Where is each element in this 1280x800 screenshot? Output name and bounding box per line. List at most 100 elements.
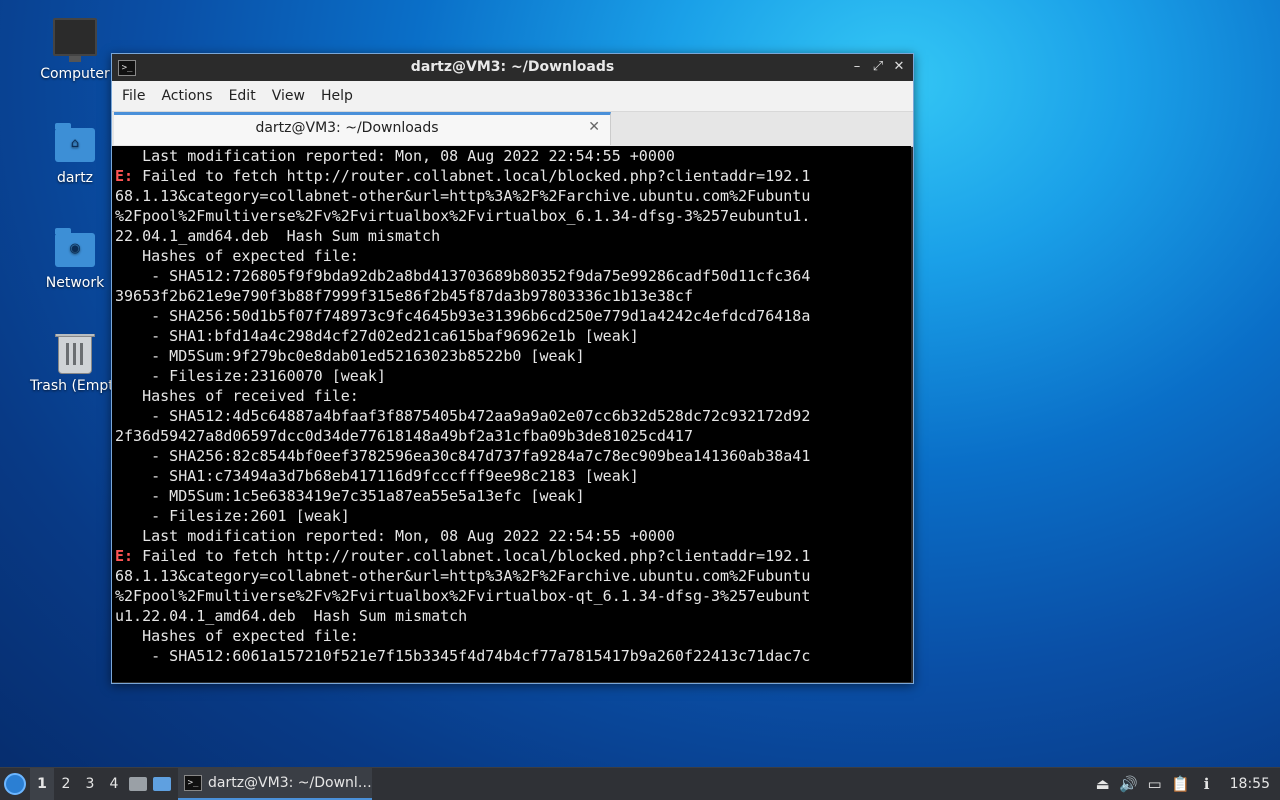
terminal-line: - SHA512:4d5c64887a4bfaaf3f8875405b472aa… bbox=[115, 406, 911, 426]
terminal-line-text: u1.22.04.1_amd64.deb Hash Sum mismatch bbox=[115, 607, 468, 625]
system-tray: ⏏ 🔊 ▭ 📋 ℹ 18:55 bbox=[1090, 768, 1280, 800]
volume-icon[interactable]: 🔊 bbox=[1116, 775, 1142, 793]
terminal-text: Last modification reported: Mon, 08 Aug … bbox=[112, 146, 911, 666]
network-tray-icon[interactable]: ▭ bbox=[1142, 775, 1168, 793]
terminal-line: Last modification reported: Mon, 08 Aug … bbox=[115, 526, 911, 546]
terminal-line-text: Failed to fetch http://router.collabnet.… bbox=[133, 167, 811, 185]
terminal-line: u1.22.04.1_amd64.deb Hash Sum mismatch bbox=[115, 606, 911, 626]
desktop-icon-label: dartz bbox=[56, 170, 94, 186]
terminal-line-text: 39653f2b621e9e790f3b88f7999f315e86f2b45f… bbox=[115, 287, 693, 305]
terminal-line-text: Last modification reported: Mon, 08 Aug … bbox=[115, 147, 675, 165]
terminal-line-text: - Filesize:2601 [weak] bbox=[115, 507, 350, 525]
computer-icon bbox=[53, 18, 97, 62]
terminal-line-text: - SHA256:50d1b5f07f748973c9fc4645b93e313… bbox=[115, 307, 811, 325]
terminal-tab[interactable]: dartz@VM3: ~/Downloads ✕ bbox=[114, 112, 611, 145]
window-title: dartz@VM3: ~/Downloads bbox=[410, 59, 615, 75]
terminal-line-text: - MD5Sum:1c5e6383419e7c351a87ea55e5a13ef… bbox=[115, 487, 585, 505]
file-manager-icon bbox=[129, 777, 147, 791]
task-label: dartz@VM3: ~/Downl… bbox=[208, 775, 372, 791]
menu-help[interactable]: Help bbox=[313, 81, 361, 111]
terminal-line-text: Failed to fetch http://router.collabnet.… bbox=[133, 547, 811, 565]
terminal-line-text: - SHA256:82c8544bf0eef3782596ea30c847d73… bbox=[115, 447, 811, 465]
terminal-line: E: Failed to fetch http://router.collabn… bbox=[115, 166, 911, 186]
terminal-line: Hashes of received file: bbox=[115, 386, 911, 406]
desktop-icon bbox=[153, 777, 171, 791]
terminal-line-text: %2Fpool%2Fmultiverse%2Fv%2Fvirtualbox%2F… bbox=[115, 587, 811, 605]
clock[interactable]: 18:55 bbox=[1220, 776, 1280, 792]
terminal-line: Last modification reported: Mon, 08 Aug … bbox=[115, 146, 911, 166]
minimize-button[interactable]: – bbox=[848, 58, 866, 76]
terminal-line: Hashes of expected file: bbox=[115, 626, 911, 646]
terminal-line-text: 2f36d59427a8d06597dcc0d34de77618148a49bf… bbox=[115, 427, 693, 445]
terminal-window[interactable]: >_ dartz@VM3: ~/Downloads – ⤢ ✕ File Act… bbox=[111, 53, 914, 684]
terminal-line-text: - SHA512:726805f9f9bda92db2a8bd413703689… bbox=[115, 267, 811, 285]
file-manager-launcher[interactable] bbox=[126, 768, 150, 800]
update-notifier-icon[interactable]: ℹ bbox=[1194, 775, 1220, 793]
tab-bar: dartz@VM3: ~/Downloads ✕ bbox=[112, 112, 913, 147]
terminal-line: - SHA256:50d1b5f07f748973c9fc4645b93e313… bbox=[115, 306, 911, 326]
terminal-line-text: Hashes of received file: bbox=[115, 387, 359, 405]
tab-label: dartz@VM3: ~/Downloads bbox=[255, 120, 439, 136]
terminal-line: - SHA512:726805f9f9bda92db2a8bd413703689… bbox=[115, 266, 911, 286]
desktop-icon-label: Computer bbox=[40, 66, 110, 82]
terminal-output[interactable]: Last modification reported: Mon, 08 Aug … bbox=[112, 146, 911, 682]
terminal-line: Hashes of expected file: bbox=[115, 246, 911, 266]
show-desktop-launcher[interactable] bbox=[150, 768, 174, 800]
lubuntu-logo-icon bbox=[4, 773, 26, 795]
error-prefix: E: bbox=[115, 167, 134, 185]
terminal-line-text: Last modification reported: Mon, 08 Aug … bbox=[115, 527, 675, 545]
terminal-line: %2Fpool%2Fmultiverse%2Fv%2Fvirtualbox%2F… bbox=[115, 206, 911, 226]
maximize-button[interactable]: ⤢ bbox=[869, 58, 887, 76]
window-titlebar[interactable]: >_ dartz@VM3: ~/Downloads – ⤢ ✕ bbox=[112, 54, 913, 81]
terminal-line-text: Hashes of expected file: bbox=[115, 627, 359, 645]
terminal-line: E: Failed to fetch http://router.collabn… bbox=[115, 546, 911, 566]
desktop-icon-computer[interactable]: Computer bbox=[25, 18, 125, 82]
terminal-line: 2f36d59427a8d06597dcc0d34de77618148a49bf… bbox=[115, 426, 911, 446]
menu-actions[interactable]: Actions bbox=[153, 81, 220, 111]
tab-close-icon[interactable]: ✕ bbox=[588, 119, 600, 135]
error-prefix: E: bbox=[115, 547, 134, 565]
terminal-line: - SHA256:82c8544bf0eef3782596ea30c847d73… bbox=[115, 446, 911, 466]
tray-arrow-icon[interactable]: ⏏ bbox=[1090, 775, 1116, 793]
terminal-line-text: Hashes of expected file: bbox=[115, 247, 359, 265]
terminal-line-text: 68.1.13&category=collabnet-other&url=htt… bbox=[115, 187, 811, 205]
terminal-line: 39653f2b621e9e790f3b88f7999f315e86f2b45f… bbox=[115, 286, 911, 306]
desktop-icon-home[interactable]: ⌂ dartz bbox=[25, 123, 125, 186]
terminal-line: - MD5Sum:9f279bc0e8dab01ed52163023b8522b… bbox=[115, 346, 911, 366]
clipboard-icon[interactable]: 📋 bbox=[1168, 775, 1194, 793]
terminal-line: - Filesize:2601 [weak] bbox=[115, 506, 911, 526]
terminal-line: 68.1.13&category=collabnet-other&url=htt… bbox=[115, 566, 911, 586]
terminal-line-text: - SHA1:bfd14a4c298d4cf27d02ed21ca615baf9… bbox=[115, 327, 639, 345]
close-button[interactable]: ✕ bbox=[890, 58, 908, 76]
terminal-line: 22.04.1_amd64.deb Hash Sum mismatch bbox=[115, 226, 911, 246]
taskbar: 1 2 3 4 >_ dartz@VM3: ~/Downl… ⏏ 🔊 ▭ 📋 ℹ… bbox=[0, 767, 1280, 800]
terminal-task-icon: >_ bbox=[184, 775, 202, 791]
terminal-line: - MD5Sum:1c5e6383419e7c351a87ea55e5a13ef… bbox=[115, 486, 911, 506]
terminal-line-text: - SHA1:c73494a3d7b68eb417116d9fcccfff9ee… bbox=[115, 467, 639, 485]
terminal-line-text: 22.04.1_amd64.deb Hash Sum mismatch bbox=[115, 227, 441, 245]
menu-file[interactable]: File bbox=[114, 81, 153, 111]
workspace-4[interactable]: 4 bbox=[102, 768, 126, 800]
start-menu-button[interactable] bbox=[0, 768, 30, 800]
workspace-2[interactable]: 2 bbox=[54, 768, 78, 800]
terminal-line-text: - SHA512:4d5c64887a4bfaaf3f8875405b472aa… bbox=[115, 407, 811, 425]
terminal-line: %2Fpool%2Fmultiverse%2Fv%2Fvirtualbox%2F… bbox=[115, 586, 911, 606]
terminal-line-text: 68.1.13&category=collabnet-other&url=htt… bbox=[115, 567, 811, 585]
terminal-line: - Filesize:23160070 [weak] bbox=[115, 366, 911, 386]
terminal-line-text: - SHA512:6061a157210f521e7f15b3345f4d74b… bbox=[115, 647, 811, 665]
terminal-line: - SHA1:bfd14a4c298d4cf27d02ed21ca615baf9… bbox=[115, 326, 911, 346]
taskbar-task-terminal[interactable]: >_ dartz@VM3: ~/Downl… bbox=[178, 768, 372, 800]
workspace-1[interactable]: 1 bbox=[30, 768, 54, 800]
workspace-3[interactable]: 3 bbox=[78, 768, 102, 800]
terminal-line-text: - MD5Sum:9f279bc0e8dab01ed52163023b8522b… bbox=[115, 347, 585, 365]
menu-view[interactable]: View bbox=[264, 81, 313, 111]
network-folder-icon: ◉ bbox=[55, 228, 95, 267]
desktop-icon-network[interactable]: ◉ Network bbox=[25, 228, 125, 291]
terminal-line-text: %2Fpool%2Fmultiverse%2Fv%2Fvirtualbox%2F… bbox=[115, 207, 811, 225]
trash-icon bbox=[55, 334, 95, 374]
menu-edit[interactable]: Edit bbox=[221, 81, 264, 111]
terminal-line: - SHA1:c73494a3d7b68eb417116d9fcccfff9ee… bbox=[115, 466, 911, 486]
terminal-line: - SHA512:6061a157210f521e7f15b3345f4d74b… bbox=[115, 646, 911, 666]
terminal-line: 68.1.13&category=collabnet-other&url=htt… bbox=[115, 186, 911, 206]
menu-bar: File Actions Edit View Help bbox=[112, 81, 913, 112]
